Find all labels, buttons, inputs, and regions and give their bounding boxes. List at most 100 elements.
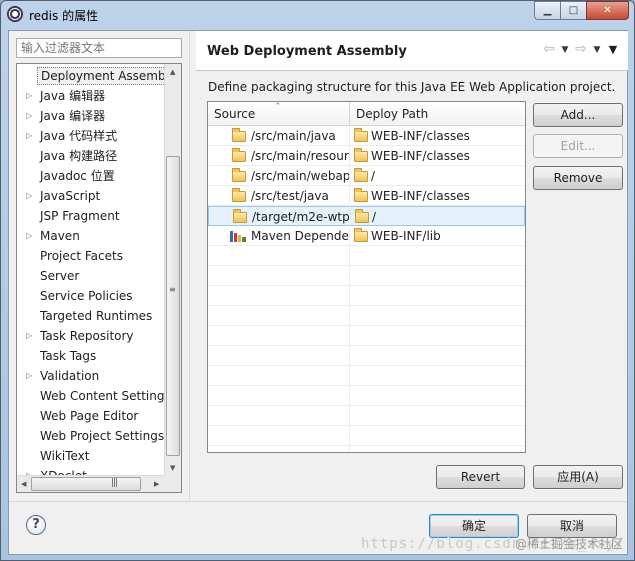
tree-item-label: WikiText xyxy=(40,449,90,463)
tree-item-label: Web Project Settings xyxy=(40,429,165,443)
deploy-path-text: WEB-INF/classes xyxy=(371,129,470,143)
apply-button[interactable]: 应用(A) xyxy=(533,465,623,489)
forward-dropdown-icon[interactable]: ▼ xyxy=(590,41,604,59)
tree-item-label: Java 构建路径 xyxy=(40,149,118,163)
expand-arrow-icon[interactable]: ▷ xyxy=(26,366,32,386)
back-dropdown-icon[interactable]: ▼ xyxy=(558,41,572,59)
tree-item-label: Server xyxy=(40,269,80,283)
table-row[interactable]: /src/test/java WEB-INF/classes xyxy=(208,186,525,206)
scroll-right-icon[interactable]: ▶ xyxy=(154,480,159,488)
table-row xyxy=(208,346,525,366)
page-description: Define packaging structure for this Java… xyxy=(208,80,616,94)
folder-icon xyxy=(354,128,368,142)
deploy-path-cell: WEB-INF/lib xyxy=(350,226,525,246)
assembly-table: ⌃ Source Deploy Path /src/main/java WEB-I… xyxy=(207,101,526,453)
scroll-up-icon[interactable]: ▲ xyxy=(170,68,175,76)
deploy-path-cell: WEB-INF/classes xyxy=(350,186,525,206)
table-row xyxy=(208,306,525,326)
scroll-down-icon[interactable]: ▼ xyxy=(170,464,175,472)
deploy-path-text: / xyxy=(372,210,377,224)
source-text: /src/test/java xyxy=(251,189,329,203)
window-controls: ▁ □ ✕ xyxy=(534,1,629,20)
table-row[interactable]: /src/main/resources WEB-INF/classes xyxy=(208,146,525,166)
page-title: Web Deployment Assembly xyxy=(207,44,407,59)
properties-window: redis 的属性 ▁ □ ✕ Deployment Assembly ▷ Java… xyxy=(0,0,635,561)
folder-icon xyxy=(354,228,368,242)
source-text: /src/main/webapp xyxy=(251,169,349,183)
button-bar-separator xyxy=(9,501,627,502)
deploy-path-cell: / xyxy=(351,207,525,227)
expand-arrow-icon[interactable]: ▷ xyxy=(26,106,32,126)
deploy-path-cell: / xyxy=(350,166,525,186)
tree-horizontal-thumb[interactable] xyxy=(31,477,141,491)
tree-vertical-thumb[interactable] xyxy=(166,156,180,456)
table-row xyxy=(208,426,525,446)
column-header-deploy-path[interactable]: Deploy Path xyxy=(350,102,525,126)
folder-icon xyxy=(354,148,368,162)
table-row[interactable]: Maven Dependencies WEB-INF/lib xyxy=(208,226,525,246)
page-header: Web Deployment Assembly ⇦ ▼ ⇨ ▼ ▼ xyxy=(196,31,628,71)
expand-arrow-icon[interactable]: ▷ xyxy=(26,126,32,146)
deploy-path-cell: WEB-INF/classes xyxy=(350,146,525,166)
tree-item-label: Java 代码样式 xyxy=(40,129,118,143)
tree-item-label: Java 编译器 xyxy=(40,109,106,123)
tree-item-label: Maven xyxy=(40,229,80,243)
remove-button[interactable]: Remove xyxy=(533,166,623,190)
view-menu-icon[interactable]: ▼ xyxy=(606,41,620,59)
table-row[interactable]: /src/main/java WEB-INF/classes xyxy=(208,126,525,146)
ok-button[interactable]: 确定 xyxy=(429,514,519,538)
tree-item-label: Deployment Assembly xyxy=(37,67,181,85)
deploy-path-cell: WEB-INF/classes xyxy=(350,126,525,146)
pane-splitter[interactable] xyxy=(189,31,192,501)
folder-icon xyxy=(355,209,369,223)
expand-arrow-icon[interactable]: ▷ xyxy=(26,226,32,246)
scroll-left-icon[interactable]: ◀ xyxy=(21,480,26,488)
sort-ascending-icon: ⌃ xyxy=(274,102,282,112)
help-icon[interactable]: ? xyxy=(26,515,46,535)
expand-arrow-icon[interactable]: ▷ xyxy=(26,186,32,206)
folder-icon xyxy=(232,188,246,202)
deploy-path-text: WEB-INF/lib xyxy=(371,229,441,243)
expand-arrow-icon[interactable]: ▷ xyxy=(26,86,32,106)
maximize-button[interactable]: □ xyxy=(560,1,586,20)
source-text: /src/main/java xyxy=(251,129,336,143)
forward-arrow-icon[interactable]: ⇨ xyxy=(574,41,588,59)
table-row[interactable]: /target/m2e-wtp/web-resources / xyxy=(208,206,525,226)
table-row xyxy=(208,406,525,426)
back-arrow-icon[interactable]: ⇦ xyxy=(542,41,556,59)
revert-button[interactable]: Revert xyxy=(436,465,525,489)
table-row xyxy=(208,246,525,266)
table-row xyxy=(208,286,525,306)
edit-button[interactable]: Edit... xyxy=(533,134,623,158)
add-button[interactable]: Add... xyxy=(533,103,623,127)
filter-input[interactable] xyxy=(16,38,182,58)
column-header-source[interactable]: ⌃ Source xyxy=(208,102,350,126)
tree-horizontal-scrollbar[interactable]: ◀ ||| ▶ xyxy=(17,475,165,492)
source-cell: /target/m2e-wtp/web-resources xyxy=(209,207,350,227)
tree-item-label: Project Facets xyxy=(40,249,123,263)
deploy-path-text: WEB-INF/classes xyxy=(371,149,470,163)
close-button[interactable]: ✕ xyxy=(586,1,629,20)
expand-arrow-icon[interactable]: ▷ xyxy=(26,326,32,346)
table-row xyxy=(208,266,525,286)
tree-item-label: Web Page Editor xyxy=(40,409,139,423)
source-text: Maven Dependencies xyxy=(251,229,349,243)
source-cell: Maven Dependencies xyxy=(208,226,349,246)
table-row xyxy=(208,366,525,386)
title-bar[interactable]: redis 的属性 ▁ □ ✕ xyxy=(1,1,634,29)
tree-item-label: Java 编辑器 xyxy=(40,89,106,103)
source-text: /target/m2e-wtp/web-resources xyxy=(252,210,350,224)
column-header-source-label: Source xyxy=(214,107,256,121)
tree-item-label: JavaScript xyxy=(40,189,101,203)
folder-icon xyxy=(232,168,246,182)
folder-icon xyxy=(354,168,368,182)
table-row[interactable]: /src/main/webapp / xyxy=(208,166,525,186)
tree-vertical-scrollbar[interactable]: ▲ ≡ ▼ xyxy=(164,64,181,476)
folder-icon xyxy=(233,209,247,223)
source-cell: /src/main/webapp xyxy=(208,166,349,186)
minimize-button[interactable]: ▁ xyxy=(534,1,560,20)
watermark-overlay: @稀土掘金技术社区 xyxy=(514,537,623,551)
window-title: redis 的属性 xyxy=(29,9,99,23)
source-cell: /src/main/java xyxy=(208,126,349,146)
table-row xyxy=(208,326,525,346)
